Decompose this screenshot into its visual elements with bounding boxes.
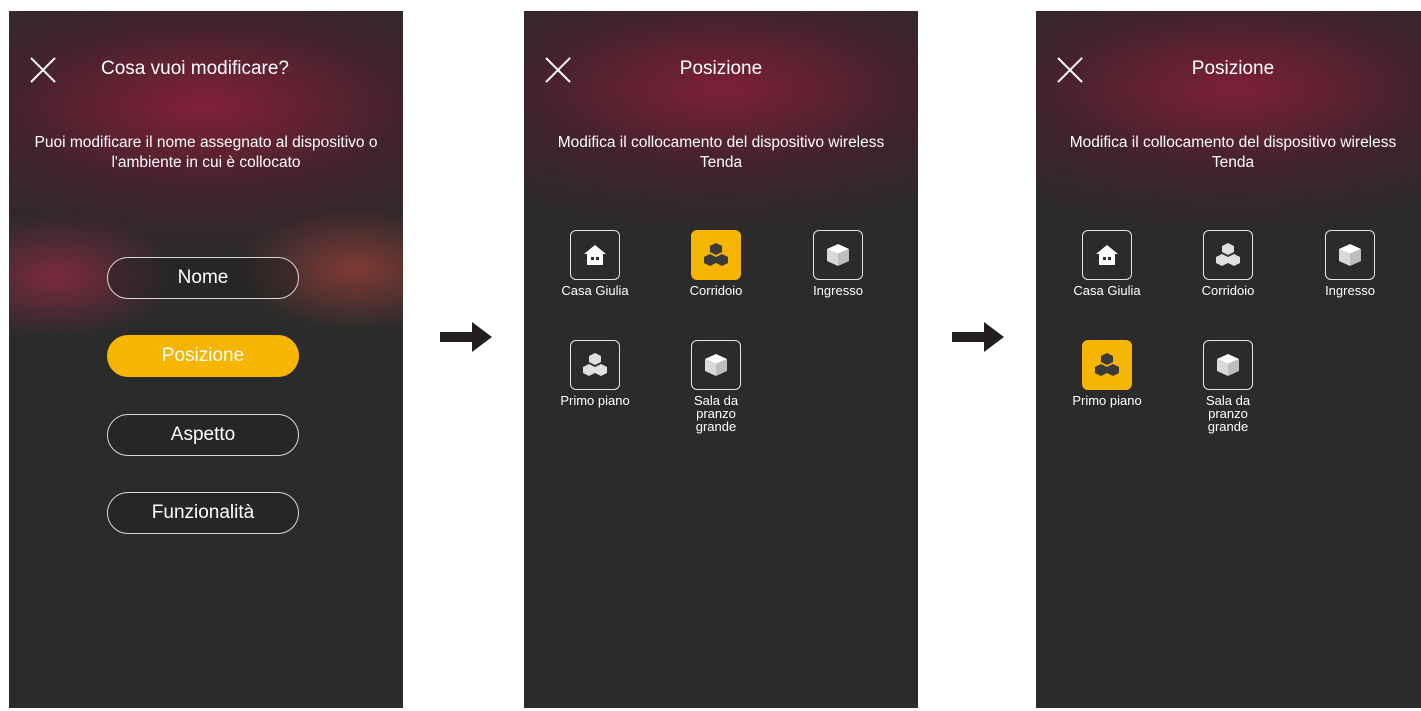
cube-icon [1203, 340, 1253, 390]
location-label: Casa Giulia [1073, 283, 1141, 298]
location-casa-giulia[interactable]: Casa Giulia [1061, 230, 1153, 297]
location-label: Sala da pranzo grande [693, 393, 739, 434]
funzionalita-button[interactable]: Funzionalità [107, 492, 299, 534]
cubes-icon [1203, 230, 1253, 280]
location-label: Casa Giulia [561, 283, 629, 298]
screen-edit-options: Cosa vuoi modificare? Puoi modificare il… [9, 11, 403, 708]
page-subtitle: Modifica il collocamento del dispositivo… [557, 134, 885, 171]
cubes-icon [691, 230, 741, 280]
location-ingresso[interactable]: Ingresso [1304, 230, 1396, 297]
page-title: Posizione [1191, 58, 1275, 79]
page-subtitle: Modifica il collocamento del dispositivo… [1069, 134, 1397, 171]
location-label: Corridoio [689, 283, 743, 298]
location-ingresso[interactable]: Ingresso [792, 230, 884, 297]
cube-icon [691, 340, 741, 390]
house-icon [1082, 230, 1132, 280]
location-label: Ingresso [813, 283, 863, 298]
page-title: Cosa vuoi modificare? [101, 58, 289, 79]
location-label: Primo piano [1072, 393, 1142, 408]
page-subtitle: Puoi modificare il nome assegnato al dis… [34, 134, 378, 171]
arrow-right-icon [440, 322, 492, 352]
cubes-icon [570, 340, 620, 390]
nome-button[interactable]: Nome [107, 257, 299, 299]
location-sala-da-pranzo-grande[interactable]: Sala da pranzo grande [670, 340, 762, 433]
close-icon[interactable] [29, 56, 57, 84]
location-sala-da-pranzo-grande[interactable]: Sala da pranzo grande [1182, 340, 1274, 433]
cubes-icon [1082, 340, 1132, 390]
location-label: Sala da pranzo grande [1205, 393, 1251, 434]
cube-icon [1325, 230, 1375, 280]
arrow-right-icon [952, 322, 1004, 352]
location-label: Corridoio [1201, 283, 1255, 298]
posizione-button[interactable]: Posizione [107, 335, 299, 377]
location-primo-piano[interactable]: Primo piano [1061, 340, 1153, 407]
screen-position-primo-piano: Posizione Modifica il collocamento del d… [1036, 11, 1421, 708]
aspetto-button[interactable]: Aspetto [107, 414, 299, 456]
location-corridoio[interactable]: Corridoio [670, 230, 762, 297]
cube-icon [813, 230, 863, 280]
location-label: Ingresso [1325, 283, 1375, 298]
location-label: Primo piano [560, 393, 630, 408]
screen-position-corridoio: Posizione Modifica il collocamento del d… [524, 11, 918, 708]
location-primo-piano[interactable]: Primo piano [549, 340, 641, 407]
house-icon [570, 230, 620, 280]
location-corridoio[interactable]: Corridoio [1182, 230, 1274, 297]
page-title: Posizione [679, 58, 763, 79]
location-casa-giulia[interactable]: Casa Giulia [549, 230, 641, 297]
